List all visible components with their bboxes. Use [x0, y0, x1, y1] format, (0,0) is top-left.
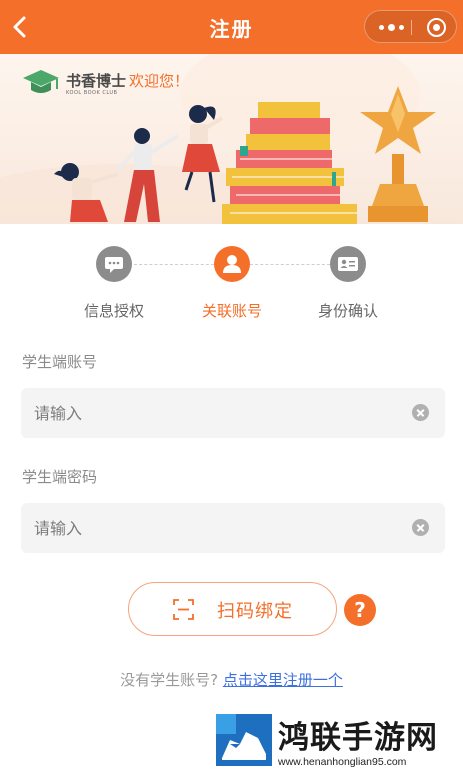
welcome-banner: 书香博士 欢迎您！ KOOL BOOK CLUB	[0, 54, 463, 224]
account-label: 学生端账号	[22, 353, 98, 371]
mini-program-capsule	[364, 10, 457, 43]
account-input[interactable]	[34, 388, 404, 438]
scan-icon	[173, 599, 194, 620]
brand-logo: 书香博士 欢迎您！ KOOL BOOK CLUB	[22, 68, 189, 98]
watermark: 鸿联手游网 www.henanhonglian95.com	[208, 708, 463, 774]
welcome-text: 欢迎您！	[129, 72, 190, 90]
watermark-logo	[216, 714, 272, 766]
registration-steps: 信息授权 关联账号 身份确认	[0, 246, 463, 326]
password-field	[21, 503, 445, 553]
scan-bind-button[interactable]: 扫码绑定	[128, 582, 337, 636]
step-link-account: 关联账号	[172, 246, 292, 321]
chat-bubble-icon	[96, 246, 132, 282]
register-link[interactable]: 点击这里注册一个	[223, 671, 343, 689]
step-label: 关联账号	[201, 302, 262, 320]
scan-bind-label: 扫码绑定	[217, 601, 293, 622]
watermark-title: 鸿联手游网	[278, 720, 438, 756]
step-identity-confirm: 身份确认	[288, 246, 408, 321]
capsule-divider	[411, 20, 412, 35]
close-target-icon[interactable]	[427, 18, 446, 37]
step-info-authorize: 信息授权	[54, 246, 174, 321]
more-dots-icon[interactable]	[379, 24, 404, 31]
graduation-cap-icon	[23, 70, 59, 93]
password-input[interactable]	[34, 503, 404, 553]
help-icon[interactable]: ?	[344, 594, 376, 626]
brand-name: 书香博士	[66, 72, 127, 90]
id-card-icon	[330, 246, 366, 282]
watermark-url: www.henanhonglian95.com	[278, 756, 407, 768]
clear-icon[interactable]	[412, 519, 429, 536]
step-label: 信息授权	[83, 302, 144, 320]
brand-text: 书香博士 欢迎您！ KOOL BOOK CLUB	[66, 70, 189, 96]
password-label: 学生端密码	[22, 468, 98, 486]
register-prompt: 没有学生账号? 点击这里注册一个	[0, 669, 463, 690]
account-field	[21, 388, 445, 438]
clear-icon[interactable]	[412, 404, 429, 421]
header-bar: 注册	[0, 0, 463, 54]
no-account-text: 没有学生账号?	[120, 671, 219, 689]
step-label: 身份确认	[317, 302, 378, 320]
user-icon	[214, 246, 250, 282]
